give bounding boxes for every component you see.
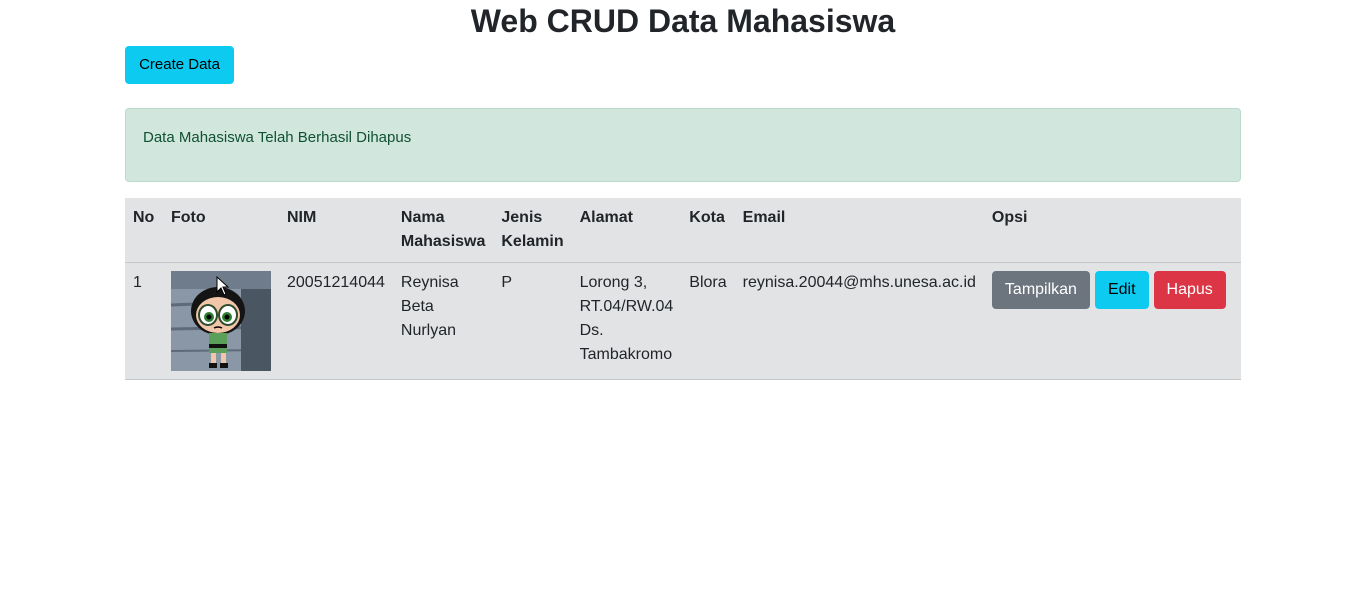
- action-buttons: Tampilkan Edit Hapus: [991, 271, 1233, 309]
- cell-alamat: Lorong 3, RT.04/RW.04 Ds. Tambakromo: [571, 262, 682, 380]
- header-nim: NIM: [279, 198, 393, 263]
- edit-button[interactable]: Edit: [1094, 271, 1149, 309]
- table-row: 1 20051214044 Reynisa Beta Nurlyan P Lor…: [125, 262, 1241, 380]
- create-data-button[interactable]: Create Data: [125, 46, 234, 84]
- cell-nama: Reynisa Beta Nurlyan: [392, 262, 494, 380]
- cell-kota: Blora: [681, 262, 735, 380]
- header-email: Email: [734, 198, 984, 263]
- cell-opsi: Tampilkan Edit Hapus: [983, 262, 1241, 380]
- header-opsi: Opsi: [983, 198, 1241, 263]
- header-kota: Kota: [681, 198, 735, 263]
- cell-email: reynisa.20044@mhs.unesa.ac.id: [734, 262, 984, 380]
- cell-jenis-kelamin: P: [493, 262, 572, 380]
- hapus-button[interactable]: Hapus: [1153, 271, 1226, 309]
- mouse-cursor-icon: [216, 276, 230, 296]
- table-header-row: No Foto NIM Nama Mahasiswa Jenis Kelamin…: [125, 198, 1241, 263]
- mahasiswa-table: No Foto NIM Nama Mahasiswa Jenis Kelamin…: [125, 198, 1241, 380]
- header-jenis-kelamin: Jenis Kelamin: [493, 198, 572, 263]
- header-foto: Foto: [163, 198, 279, 263]
- page: Web CRUD Data Mahasiswa Create Data Data…: [0, 0, 1366, 612]
- tampilkan-button[interactable]: Tampilkan: [991, 271, 1090, 309]
- mahasiswa-table-container: No Foto NIM Nama Mahasiswa Jenis Kelamin…: [125, 198, 1241, 380]
- page-title: Web CRUD Data Mahasiswa: [470, 3, 896, 39]
- header-alamat: Alamat: [571, 198, 682, 263]
- cell-no: 1: [125, 262, 163, 380]
- success-alert: Data Mahasiswa Telah Berhasil Dihapus: [125, 108, 1241, 182]
- cell-nim: 20051214044: [279, 262, 393, 380]
- header-nama: Nama Mahasiswa: [392, 198, 494, 263]
- header-no: No: [125, 198, 163, 263]
